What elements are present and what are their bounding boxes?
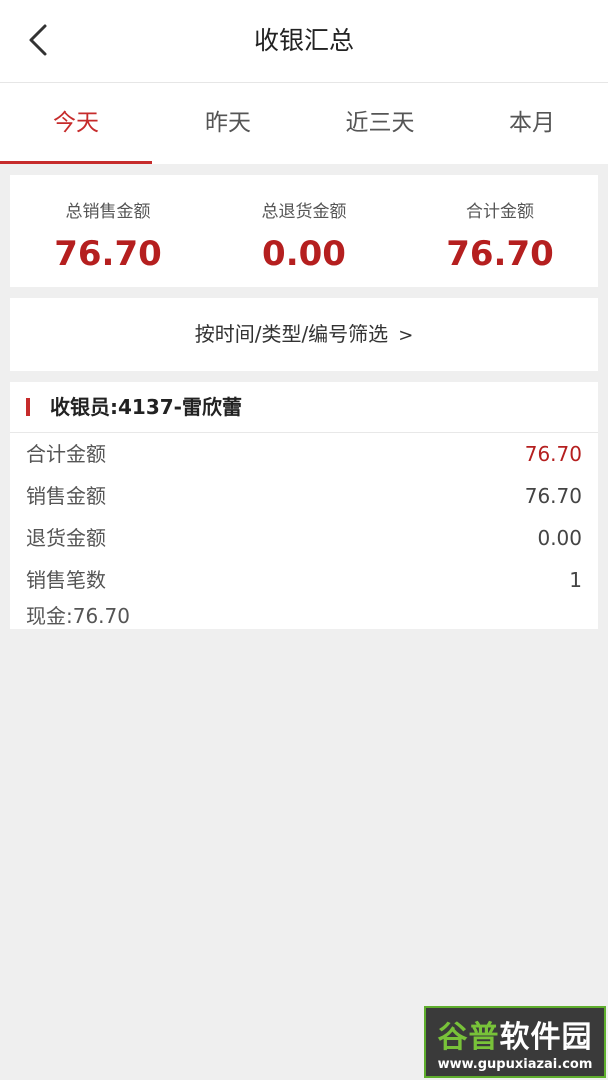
returns-value: 0.00 xyxy=(262,234,346,274)
total-label: 合计金额 xyxy=(466,202,534,222)
tab-today[interactable]: 今天 xyxy=(0,83,152,164)
watermark-brand: 谷普软件园 xyxy=(437,1020,593,1055)
row-label: 销售笔数 xyxy=(26,568,106,592)
row-value: 76.70 xyxy=(524,442,582,466)
cashier-name: 收银员:4137-雷欣蕾 xyxy=(50,395,242,419)
tab-last-three-days[interactable]: 近三天 xyxy=(304,83,456,164)
summary-sales: 总销售金额 76.70 xyxy=(10,175,206,287)
tab-label: 昨天 xyxy=(205,110,251,136)
summary-panel: 总销售金额 76.70 总退货金额 0.00 合计金额 76.70 xyxy=(10,175,598,287)
tab-label: 今天 xyxy=(53,110,99,136)
row-total-amount: 合计金额 76.70 xyxy=(26,434,582,474)
sales-label: 总销售金额 xyxy=(65,202,151,222)
row-sales-amount: 销售金额 76.70 xyxy=(26,476,582,516)
period-tabs: 今天 昨天 近三天 本月 xyxy=(0,83,608,164)
payment-cash: 现金:76.70 xyxy=(26,604,130,628)
tab-label: 近三天 xyxy=(345,110,415,136)
tab-label: 本月 xyxy=(509,110,555,136)
tab-this-month[interactable]: 本月 xyxy=(456,83,608,164)
filter-button[interactable]: 按时间/类型/编号筛选 > xyxy=(10,298,598,371)
row-returns-amount: 退货金额 0.00 xyxy=(26,518,582,558)
summary-total: 合计金额 76.70 xyxy=(402,175,598,287)
cashier-card-header: 收银员:4137-雷欣蕾 xyxy=(10,382,598,433)
summary-returns: 总退货金额 0.00 xyxy=(206,175,402,287)
header-bar: 收银汇总 xyxy=(0,0,608,83)
row-sales-count: 销售笔数 1 xyxy=(26,560,582,600)
row-value: 1 xyxy=(569,568,582,592)
watermark-logo: 谷普软件园 www.gupuxiazai.com xyxy=(424,1006,606,1078)
returns-label: 总退货金额 xyxy=(261,202,347,222)
tab-yesterday[interactable]: 昨天 xyxy=(152,83,304,164)
sales-value: 76.70 xyxy=(54,234,162,274)
chevron-right-icon: > xyxy=(398,325,414,346)
active-tab-indicator xyxy=(0,161,152,164)
row-value: 0.00 xyxy=(537,526,582,550)
row-label: 退货金额 xyxy=(26,526,106,550)
row-label: 合计金额 xyxy=(26,442,106,466)
row-label: 销售金额 xyxy=(26,484,106,508)
filter-label: 按时间/类型/编号筛选 xyxy=(194,322,389,346)
cashier-card: 收银员:4137-雷欣蕾 合计金额 76.70 销售金额 76.70 退货金额 … xyxy=(10,382,598,629)
total-value: 76.70 xyxy=(446,234,554,274)
row-value: 76.70 xyxy=(524,484,582,508)
accent-bar xyxy=(26,398,30,416)
page-title: 收银汇总 xyxy=(253,26,354,55)
watermark-url: www.gupuxiazai.com xyxy=(437,1057,593,1072)
